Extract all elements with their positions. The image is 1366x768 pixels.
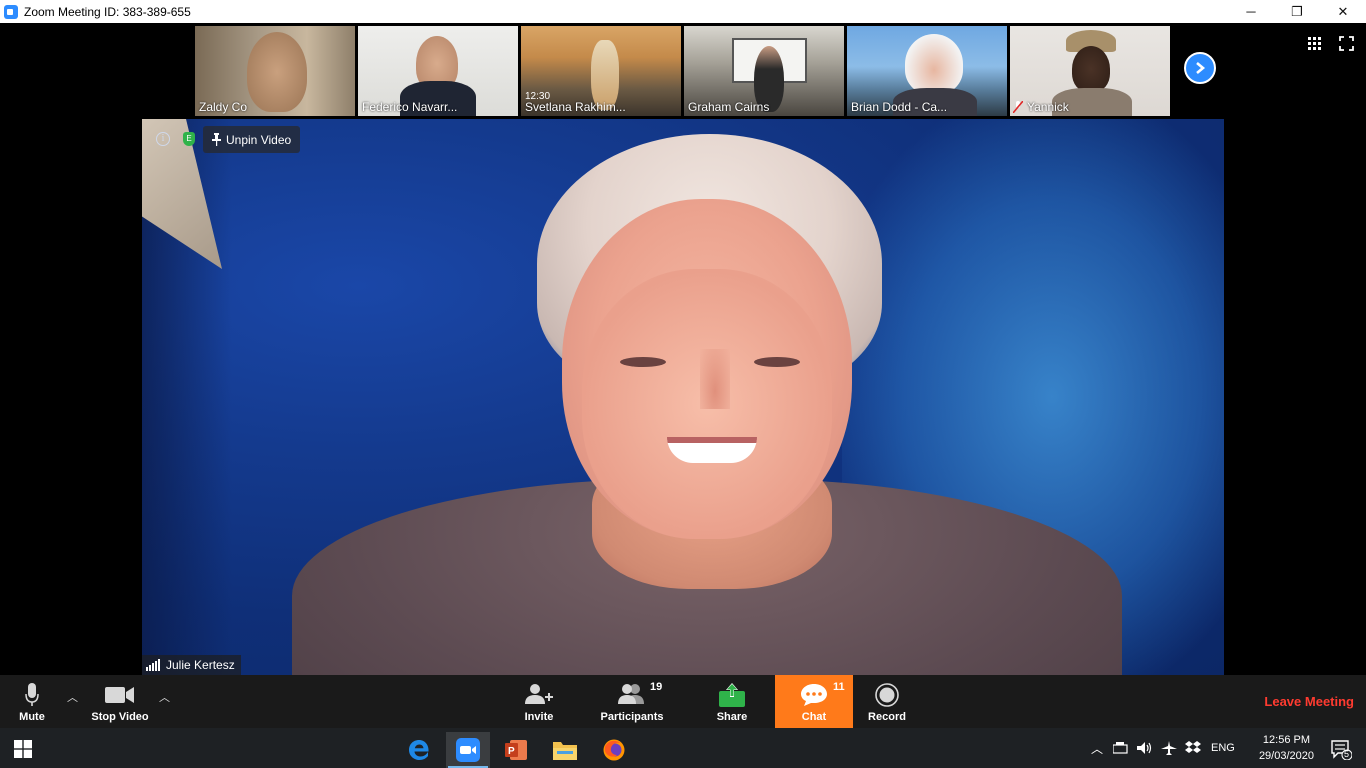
participant-figure bbox=[247, 32, 307, 112]
participant-name: Brian Dodd - Ca... bbox=[851, 100, 948, 114]
participant-thumbnail[interactable]: Yannick bbox=[1010, 26, 1170, 116]
speaker-nose bbox=[700, 349, 730, 409]
notification-count: 5 bbox=[1344, 749, 1350, 759]
powerpoint-logo-icon: P bbox=[505, 740, 527, 760]
file-explorer-icon[interactable] bbox=[543, 732, 587, 768]
participant-thumbnail[interactable]: Zaldy Co bbox=[195, 26, 355, 116]
stop-video-label: Stop Video bbox=[91, 711, 149, 723]
meeting-controls: Mute ︿ Stop Video ︿ Invite 19 Participan… bbox=[0, 675, 1366, 728]
windows-start-icon[interactable] bbox=[14, 740, 32, 758]
share-label: Share bbox=[716, 711, 748, 723]
airplane-mode-icon[interactable] bbox=[1161, 741, 1178, 755]
windows-taskbar: P ︿ ENG 12:56 PM 29/03/2020 5 bbox=[0, 728, 1366, 768]
zoom-app-icon bbox=[4, 4, 18, 19]
fullscreen-icon[interactable] bbox=[1339, 36, 1354, 51]
encryption-shield-icon[interactable]: E bbox=[183, 132, 195, 146]
mic-muted-icon bbox=[1013, 101, 1023, 113]
mute-button[interactable]: Mute bbox=[12, 675, 52, 728]
participant-thumbnail[interactable]: Graham Cairns bbox=[684, 26, 844, 116]
share-screen-button[interactable]: Share bbox=[712, 675, 752, 728]
clock-time: 12:56 PM bbox=[1262, 734, 1311, 746]
participant-name: Svetlana Rakhim... bbox=[525, 100, 626, 114]
participant-name: Zaldy Co bbox=[199, 100, 248, 114]
chat-unread-count: 11 bbox=[833, 681, 845, 693]
invite-button[interactable]: Invite bbox=[517, 675, 561, 728]
restore-button[interactable]: ❐ bbox=[1274, 0, 1320, 23]
minimize-button[interactable]: ─ bbox=[1228, 0, 1274, 23]
gallery-view-icon[interactable] bbox=[1308, 37, 1322, 51]
participants-icon bbox=[618, 684, 644, 704]
participant-figure bbox=[1072, 46, 1110, 92]
participant-name: Yannick bbox=[1027, 100, 1069, 114]
stop-video-button[interactable]: Stop Video bbox=[88, 675, 152, 728]
edge-browser-icon[interactable] bbox=[397, 732, 441, 768]
speaker-smile bbox=[667, 437, 757, 463]
svg-text:P: P bbox=[508, 746, 515, 757]
action-center-button[interactable]: 5 bbox=[1330, 738, 1353, 761]
mute-label: Mute bbox=[19, 711, 45, 723]
participants-label: Participants bbox=[600, 711, 664, 723]
powerpoint-icon[interactable]: P bbox=[494, 732, 538, 768]
next-page-button[interactable] bbox=[1184, 52, 1216, 84]
zoom-taskbar-icon[interactable] bbox=[446, 732, 490, 768]
speaker-eye bbox=[620, 357, 666, 367]
input-language[interactable]: ENG bbox=[1211, 742, 1235, 754]
speaker-name-tag: Julie Kertesz bbox=[142, 655, 241, 675]
thumbnail-strip: Zaldy Co Federico Navarr... 12:30 Svetla… bbox=[195, 26, 1173, 116]
record-label: Record bbox=[868, 711, 906, 723]
title-bar: Zoom Meeting ID: 383-389-655 ─ ❐ ✕ bbox=[0, 0, 1366, 23]
audio-options-caret-icon[interactable]: ︿ bbox=[67, 689, 78, 705]
unpin-video-label: Unpin Video bbox=[226, 132, 292, 147]
info-icon[interactable]: i bbox=[156, 132, 170, 146]
connection-signal-icon bbox=[146, 659, 161, 671]
speaker-name: Julie Kertesz bbox=[166, 658, 235, 672]
share-screen-icon bbox=[719, 683, 745, 707]
chat-button[interactable]: 11 Chat bbox=[775, 675, 853, 728]
record-button[interactable]: Record bbox=[864, 675, 910, 728]
unpin-video-button[interactable]: Unpin Video bbox=[203, 126, 301, 153]
video-options-caret-icon[interactable]: ︿ bbox=[159, 689, 170, 705]
chat-bubble-icon bbox=[801, 684, 827, 706]
window-controls: ─ ❐ ✕ bbox=[1228, 0, 1366, 23]
dropbox-icon[interactable] bbox=[1185, 741, 1202, 755]
meeting-stage: Zaldy Co Federico Navarr... 12:30 Svetla… bbox=[0, 23, 1366, 675]
microphone-icon bbox=[25, 683, 39, 706]
chat-label: Chat bbox=[801, 711, 827, 723]
chevron-right-icon bbox=[1196, 62, 1206, 74]
system-tray: ︿ ENG bbox=[1091, 728, 1235, 768]
participant-thumbnail[interactable]: 12:30 Svetlana Rakhim... bbox=[521, 26, 681, 116]
close-button[interactable]: ✕ bbox=[1320, 0, 1366, 23]
record-icon bbox=[875, 683, 899, 707]
folder-icon bbox=[553, 742, 577, 760]
participant-thumbnail[interactable]: Federico Navarr... bbox=[358, 26, 518, 116]
participant-name: Graham Cairns bbox=[688, 100, 770, 114]
volume-icon[interactable] bbox=[1137, 741, 1153, 755]
leave-meeting-button[interactable]: Leave Meeting bbox=[1264, 694, 1354, 709]
participant-thumbnail[interactable]: Brian Dodd - Ca... bbox=[847, 26, 1007, 116]
participants-count: 19 bbox=[650, 681, 663, 693]
participants-button[interactable]: 19 Participants bbox=[598, 675, 666, 728]
firefox-icon[interactable] bbox=[592, 732, 636, 768]
speaker-eye bbox=[754, 357, 800, 367]
firefox-logo-icon bbox=[603, 739, 625, 761]
edge-logo-icon bbox=[409, 740, 429, 760]
active-speaker-video: i E Unpin Video Julie Kertesz bbox=[142, 119, 1224, 675]
add-person-icon bbox=[525, 684, 553, 704]
network-icon[interactable] bbox=[1113, 742, 1129, 754]
video-camera-icon bbox=[105, 687, 134, 703]
pin-icon bbox=[212, 133, 221, 146]
invite-label: Invite bbox=[524, 711, 554, 723]
participant-figure bbox=[905, 34, 963, 94]
show-hidden-icons-icon[interactable]: ︿ bbox=[1091, 740, 1103, 757]
participant-name: Federico Navarr... bbox=[362, 100, 458, 114]
system-clock[interactable]: 12:56 PM 29/03/2020 bbox=[1259, 732, 1314, 764]
zoom-logo-icon bbox=[456, 738, 480, 762]
window-title: Zoom Meeting ID: 383-389-655 bbox=[24, 4, 191, 19]
clock-date: 29/03/2020 bbox=[1258, 750, 1314, 762]
